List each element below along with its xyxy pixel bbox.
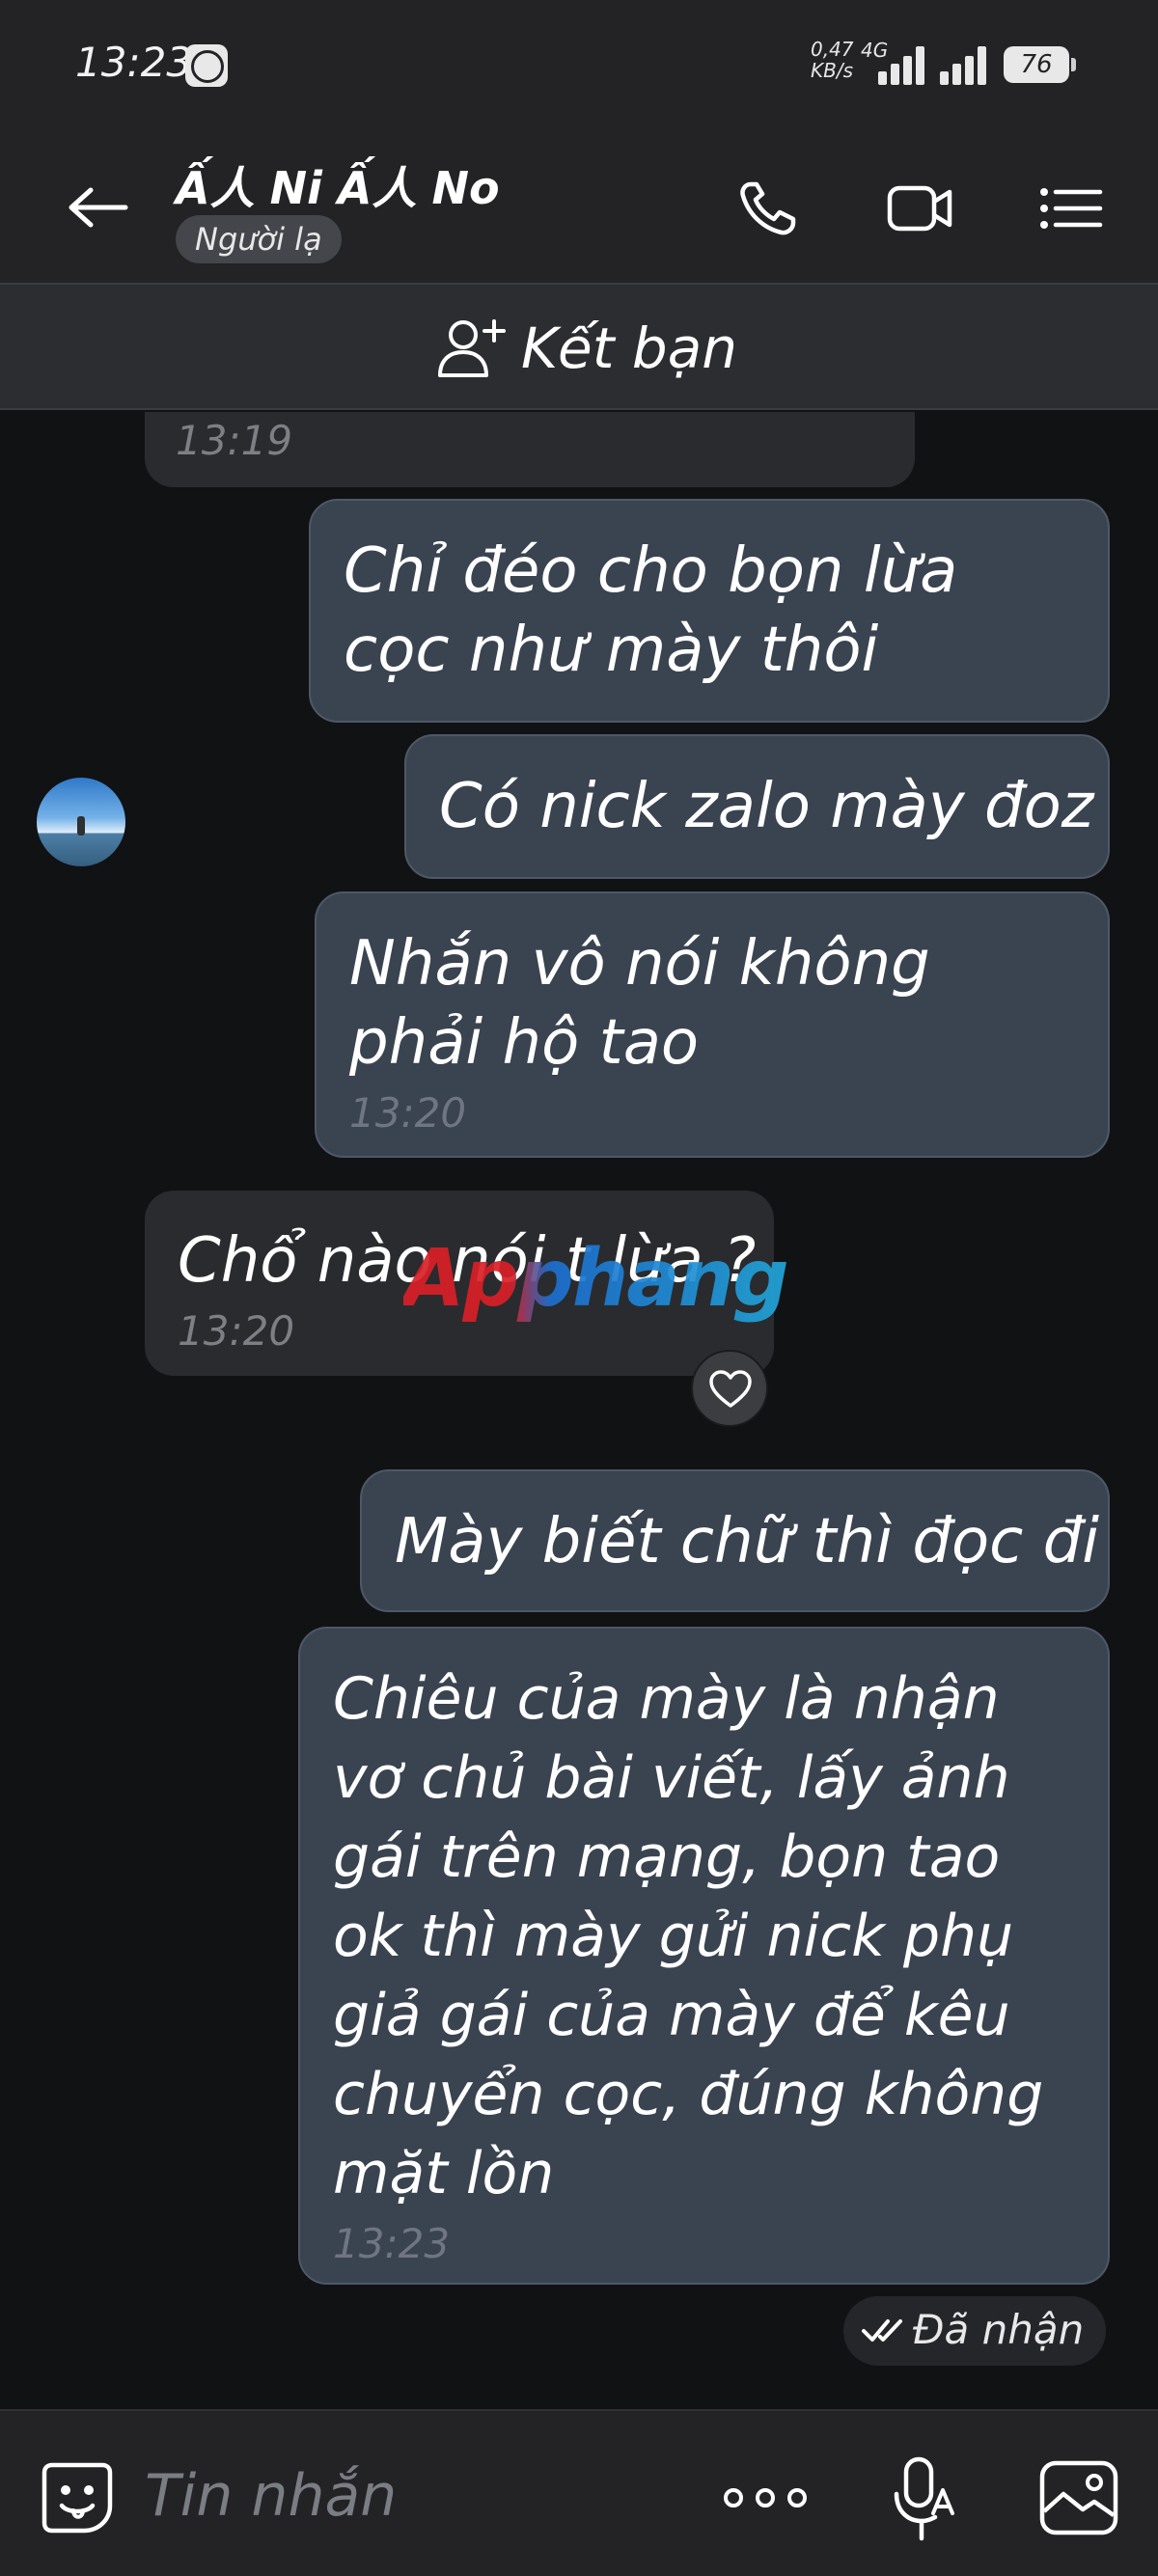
network-speed: 0,47 KB/s — [811, 39, 854, 81]
watermark-logo: Apphang — [403, 1233, 789, 1325]
network-speed-value: 0,47 — [811, 38, 854, 61]
message-bubble-sent[interactable]: Chiêu của mày là nhận vơ chủ bài viết, l… — [298, 1627, 1110, 2285]
message-text: Chỉ đéo cho bọn lừa cọc như mày thôi — [344, 535, 958, 686]
signal-strength-icon — [878, 44, 928, 85]
message-bubble-received[interactable]: 13:19 — [145, 412, 915, 487]
add-friend-icon — [438, 319, 506, 377]
battery-icon: 76 — [1004, 46, 1076, 83]
status-bar: 13:23 0,47 KB/s 4G 76 — [0, 0, 1158, 130]
message-bubble-sent[interactable]: Nhắn vô nói không phải hộ tao 13:20 — [315, 891, 1110, 1158]
menu-list-icon[interactable] — [1036, 178, 1106, 238]
voice-to-text-mic-icon[interactable] — [893, 2455, 956, 2544]
signal-strength-icon — [940, 44, 990, 85]
image-picker-icon[interactable] — [1038, 2459, 1119, 2536]
message-bubble-sent[interactable]: Chỉ đéo cho bọn lừa cọc như mày thôi — [309, 499, 1110, 723]
message-input-bar — [0, 2409, 1158, 2576]
network-speed-unit: KB/s — [811, 59, 853, 82]
stranger-badge: Người lạ — [176, 215, 342, 263]
phone-icon[interactable] — [735, 178, 805, 238]
react-heart-button[interactable] — [691, 1350, 768, 1427]
clock-app-icon — [185, 44, 228, 87]
message-text: Chiêu của mày là nhận vơ chủ bài viết, l… — [333, 1665, 1044, 2207]
more-options-icon[interactable] — [722, 2480, 809, 2515]
message-time: 13:23 — [333, 2220, 451, 2267]
sticker-emoji-icon[interactable] — [39, 2459, 116, 2536]
contact-name[interactable]: Ấ人 Ni Ấ人 No — [176, 153, 500, 217]
message-time: 13:20 — [349, 1089, 467, 1137]
contact-avatar[interactable] — [37, 778, 125, 866]
message-text: Có nick zalo mày đoz — [439, 771, 1094, 842]
message-time: 13:19 — [176, 417, 293, 464]
message-bubble-sent[interactable]: Có nick zalo mày đoz — [404, 734, 1110, 879]
add-friend-bar[interactable]: Kết bạn — [0, 285, 1158, 410]
add-friend-label: Kết bạn — [521, 315, 738, 381]
double-check-icon — [862, 2319, 902, 2342]
back-arrow-icon[interactable] — [68, 186, 129, 229]
delivery-status-label: Đã nhận — [913, 2306, 1085, 2353]
status-time: 13:23 — [75, 39, 193, 86]
heart-icon — [709, 1370, 752, 1408]
message-text: Mày biết chữ thì đọc đi — [395, 1506, 1100, 1577]
video-call-icon[interactable] — [886, 178, 955, 238]
message-text: Nhắn vô nói không phải hộ tao — [349, 928, 930, 1079]
delivery-status: Đã nhận — [843, 2296, 1106, 2366]
message-bubble-sent[interactable]: Mày biết chữ thì đọc đi — [360, 1469, 1110, 1612]
message-input[interactable] — [145, 2459, 666, 2533]
chat-header: Ấ人 Ni Ấ人 No Người lạ — [0, 130, 1158, 283]
